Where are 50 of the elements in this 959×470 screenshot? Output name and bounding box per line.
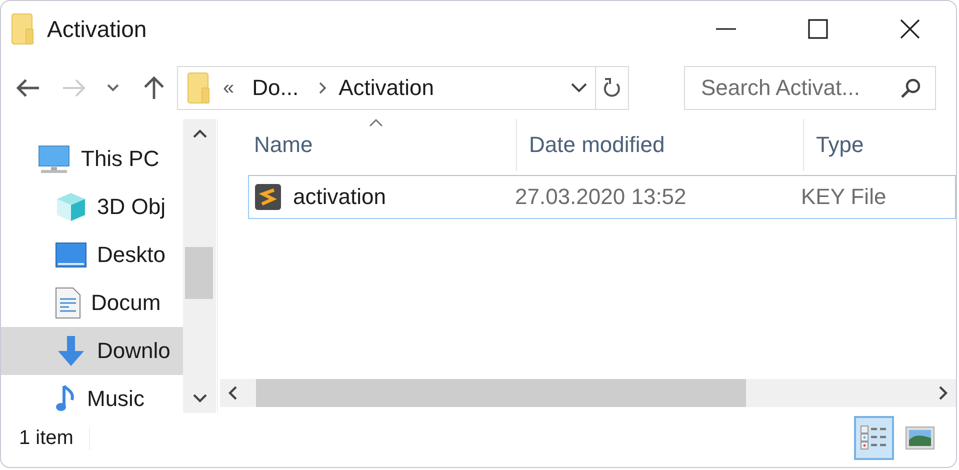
maximize-icon — [806, 17, 830, 41]
file-s-icon — [255, 184, 281, 210]
chevron-left-icon[interactable] — [228, 386, 238, 400]
chevron-right-icon[interactable] — [318, 82, 327, 94]
document-icon — [55, 287, 81, 319]
close-icon — [898, 17, 922, 41]
cube-icon — [55, 191, 87, 223]
scroll-thumb[interactable] — [256, 379, 746, 407]
music-note-icon — [55, 384, 77, 413]
horizontal-scrollbar[interactable] — [220, 379, 956, 407]
details-view-button[interactable] — [854, 416, 894, 460]
chevron-down-icon[interactable] — [107, 84, 119, 92]
column-header[interactable]: Date modified — [517, 119, 804, 171]
chevron-up-icon[interactable] — [192, 129, 206, 139]
refresh-icon — [602, 76, 622, 100]
search-field[interactable]: Search Activat... — [684, 66, 936, 110]
date-cell-text: 27.03.2020 13:52 — [514, 184, 688, 210]
minimize-icon — [716, 28, 736, 30]
monitor-icon — [37, 144, 71, 174]
chevron-right-icon[interactable] — [938, 386, 948, 400]
scroll-thumb[interactable] — [185, 247, 213, 299]
nav-item[interactable]: Docum — [1, 279, 183, 327]
nav-item[interactable]: Downlo — [1, 327, 183, 375]
item-count: 1 item — [19, 426, 90, 450]
chevron-down-icon[interactable] — [192, 393, 206, 403]
breadcrumb[interactable]: Activation — [338, 75, 434, 101]
back-arrow-icon[interactable] — [15, 78, 41, 98]
desktop-icon — [55, 242, 87, 268]
type-cell-text: KEY File — [800, 184, 888, 210]
file-row[interactable]: activation 27.03.2020 13:52 KEY File — [248, 175, 956, 219]
nav-item[interactable]: Music — [1, 375, 183, 413]
download-arrow-icon — [55, 335, 87, 367]
column-header[interactable]: Type — [804, 119, 956, 171]
search-icon — [900, 77, 922, 99]
chevron-down-icon[interactable] — [571, 83, 587, 93]
breadcrumb[interactable]: Do... — [252, 75, 299, 101]
nav-item[interactable]: Deskto — [1, 231, 183, 279]
nav-item[interactable]: 3D Obj — [1, 183, 183, 231]
overflow-chevrons[interactable]: « — [223, 76, 234, 100]
window-title: Activation — [47, 16, 147, 42]
up-arrow-icon[interactable] — [143, 76, 165, 100]
image-icon — [905, 425, 935, 451]
vertical-scrollbar[interactable] — [183, 119, 216, 413]
column-header[interactable]: Name — [224, 119, 517, 171]
sort-caret-icon — [369, 119, 383, 127]
nav-item[interactable]: This PC — [1, 135, 183, 183]
folder-icon — [187, 72, 211, 104]
folder-icon — [11, 13, 35, 45]
file-name: activation — [293, 184, 386, 210]
address-bar[interactable]: « Do... Activation — [177, 66, 629, 110]
